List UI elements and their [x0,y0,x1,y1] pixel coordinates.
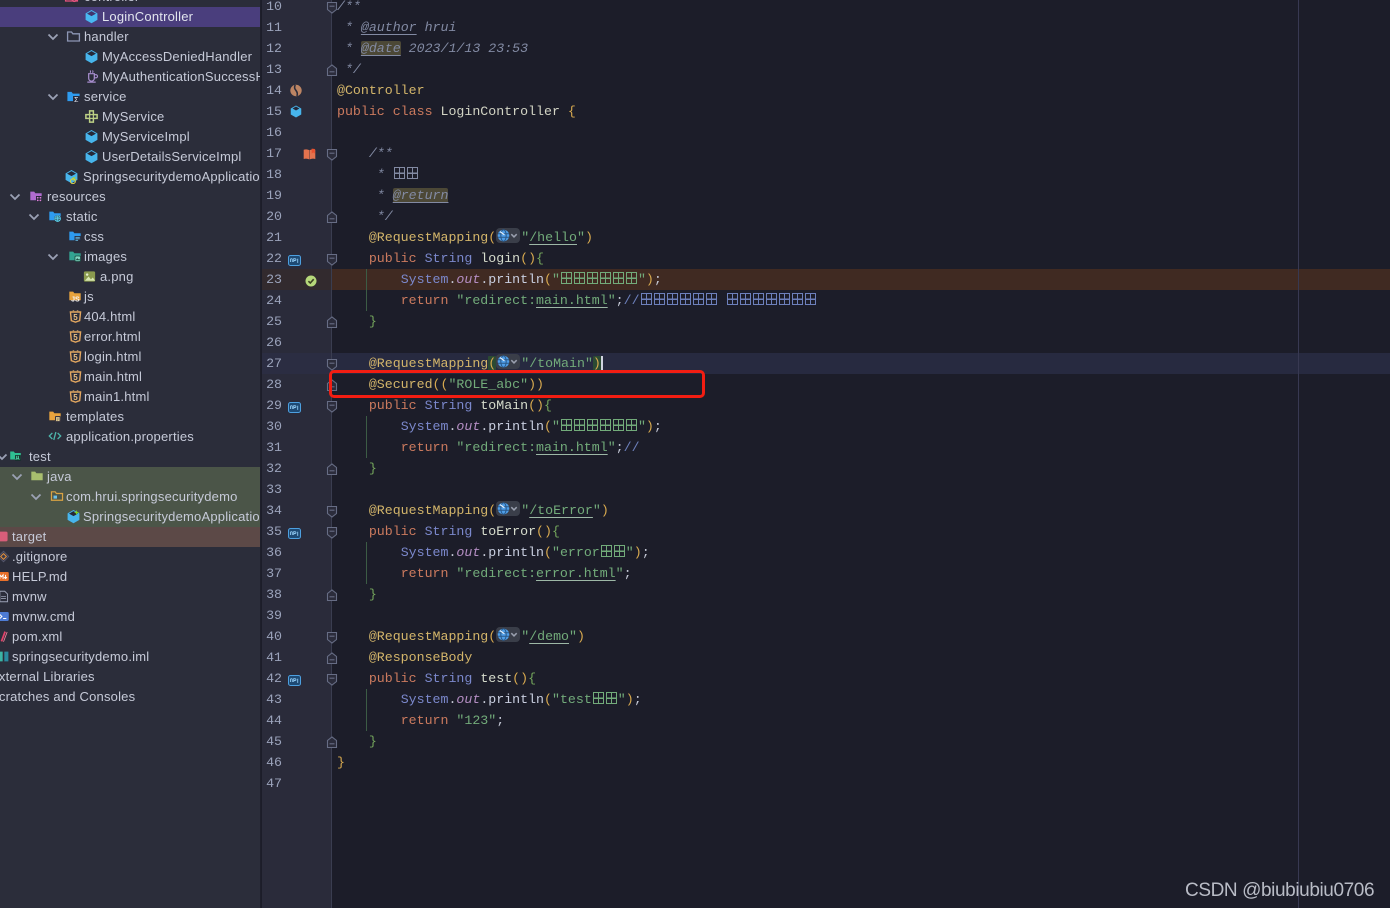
svg-text:5: 5 [73,333,78,342]
svg-text:5: 5 [73,353,78,362]
svg-text:JS: JS [71,297,80,303]
svg-text:5: 5 [73,313,78,322]
svg-text:Σ: Σ [74,97,79,104]
svg-text:5: 5 [73,373,78,382]
svg-text:5: 5 [73,393,78,402]
